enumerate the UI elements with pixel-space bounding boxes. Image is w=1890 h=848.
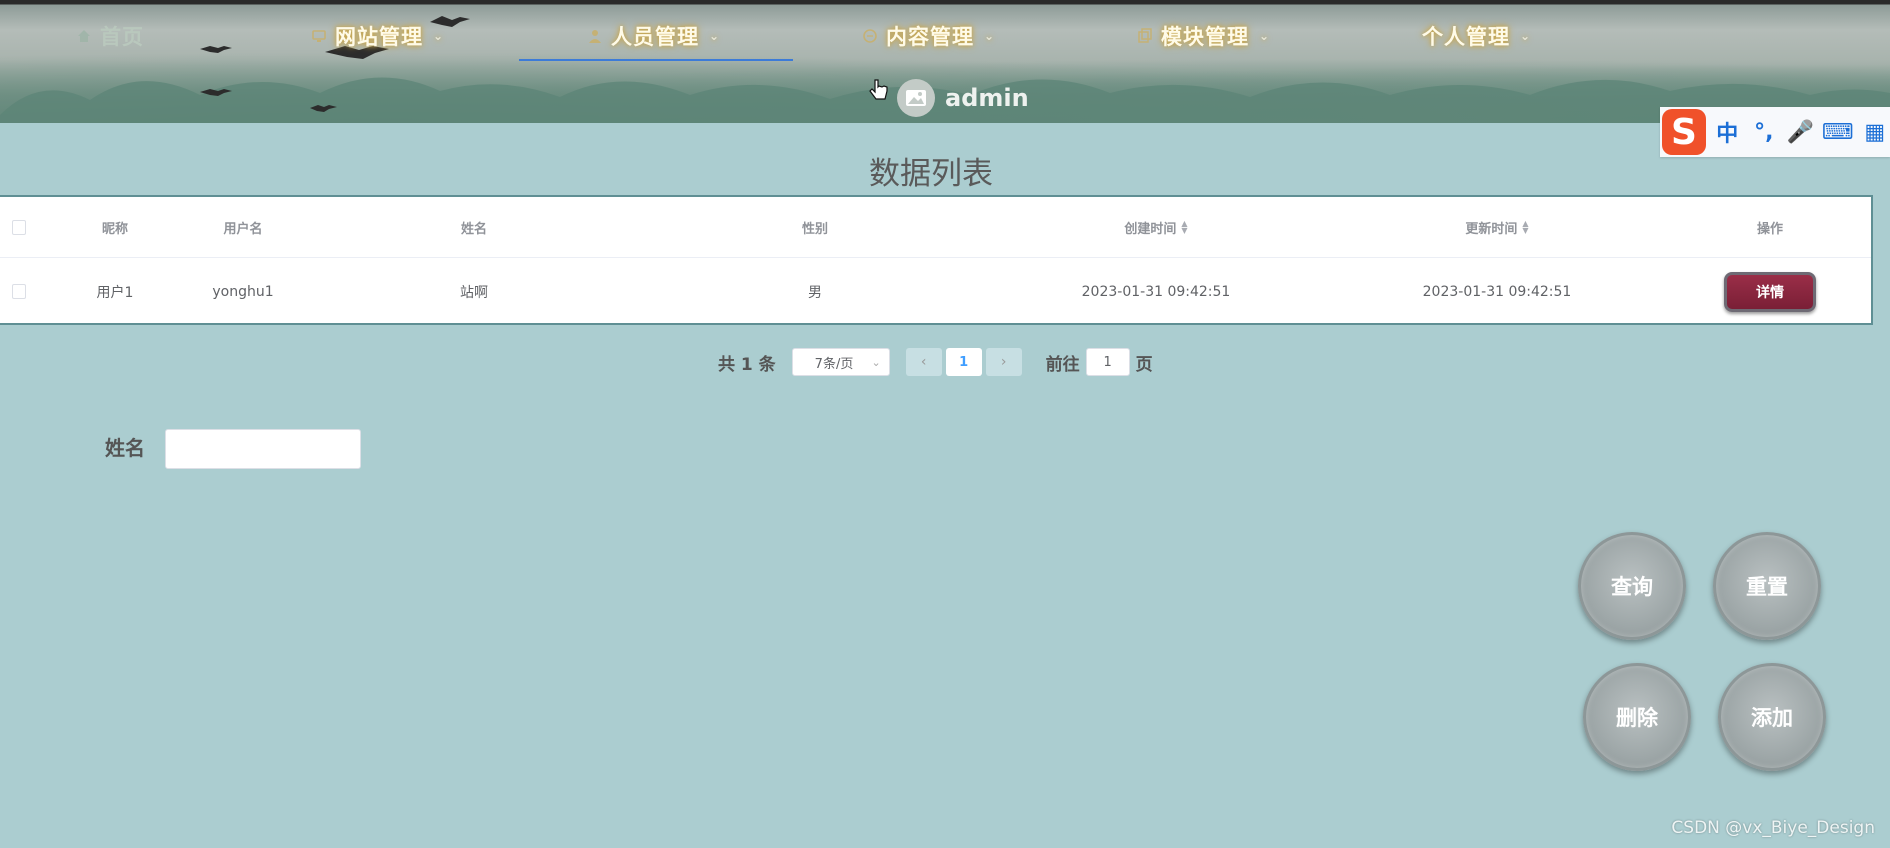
- copy-icon: [1138, 28, 1152, 43]
- add-button[interactable]: 添加: [1718, 663, 1826, 771]
- sort-icon[interactable]: ▲ ▼: [1181, 220, 1187, 235]
- page-title: 数据列表: [869, 156, 993, 192]
- pagination-total: 共 1 条: [718, 354, 776, 375]
- nav-personal-management-label: 个人管理: [1422, 25, 1510, 49]
- top-banner: 首页 网站管理 ⌄ 人员管理 ⌄ 内容管理 ⌄ 模块管理 ⌄ 个人管理 ⌄ ad…: [0, 0, 1890, 123]
- prev-page-button[interactable]: ‹: [905, 348, 942, 376]
- chevron-down-icon: ⌄: [1520, 29, 1532, 43]
- chevron-down-icon: ⌄: [871, 355, 881, 369]
- goto-suffix: 页: [1135, 354, 1153, 375]
- header-created-time-label: 创建时间: [1124, 221, 1177, 237]
- header-nickname: 昵称: [101, 221, 128, 237]
- username: admin: [945, 84, 1029, 112]
- page-size-select[interactable]: 7条/页 ⌄: [791, 348, 890, 376]
- nav-module-management-label: 模块管理: [1161, 25, 1249, 49]
- row-checkbox[interactable]: [12, 258, 26, 325]
- home-icon: [78, 30, 90, 42]
- next-page-button[interactable]: ›: [985, 348, 1022, 376]
- nav-content-management[interactable]: 内容管理 ⌄: [862, 18, 995, 54]
- hand-cursor-icon: [869, 79, 888, 100]
- microphone-icon[interactable]: 🎤: [1785, 120, 1816, 145]
- image-icon: [906, 90, 926, 106]
- chevron-down-icon: ⌄: [984, 29, 996, 43]
- keyboard-icon[interactable]: ⌨: [1822, 120, 1854, 145]
- nav-home[interactable]: 首页: [76, 18, 144, 54]
- reset-button[interactable]: 重置: [1713, 532, 1821, 640]
- goto-page-input[interactable]: 1: [1085, 348, 1130, 376]
- data-table: 昵称 用户名 姓名 性别 创建时间 ▲ ▼ 更新时间 ▲ ▼ 操作 用户1 yong…: [0, 195, 1873, 325]
- header-name: 姓名: [460, 221, 487, 237]
- goto-label: 前往: [1045, 354, 1080, 375]
- nav-content-management-label: 内容管理: [886, 25, 974, 49]
- table-row: 用户1 yonghu1 站啊 男 2023-01-31 09:42:51 202…: [0, 258, 1871, 325]
- chevron-down-icon: ⌄: [1259, 29, 1271, 43]
- nav-personnel-management-label: 人员管理: [611, 25, 699, 49]
- user-menu[interactable]: admin: [897, 79, 1029, 117]
- nav-home-label: 首页: [100, 25, 144, 49]
- ime-punctuation[interactable]: °,: [1749, 120, 1780, 145]
- nav-module-management[interactable]: 模块管理 ⌄: [1137, 18, 1270, 54]
- header-username: 用户名: [223, 221, 263, 237]
- query-button[interactable]: 查询: [1578, 532, 1686, 640]
- name-search-input[interactable]: [165, 429, 361, 469]
- page-size-value: 7条/页: [814, 356, 854, 372]
- cell-updated-time: 2023-01-31 09:42:51: [1422, 283, 1572, 300]
- cell-created-time: 2023-01-31 09:42:51: [1081, 283, 1231, 300]
- cell-gender: 男: [808, 284, 822, 301]
- header-gender: 性别: [801, 221, 828, 237]
- chevron-down-icon: ⌄: [709, 29, 721, 43]
- nav-personnel-management[interactable]: 人员管理 ⌄: [587, 18, 720, 54]
- detail-button[interactable]: 详情: [1724, 271, 1816, 312]
- pagination: 共 1 条 7条/页 ⌄ ‹ 1 › 前往 1 页: [718, 347, 1153, 377]
- cell-username: yonghu1: [212, 283, 274, 300]
- chat-icon: [863, 29, 877, 43]
- cell-nickname: 用户1: [96, 284, 134, 301]
- grid-icon[interactable]: ▦: [1859, 120, 1890, 145]
- user-icon: [589, 30, 601, 43]
- cell-name: 站啊: [460, 284, 488, 301]
- page-number-button[interactable]: 1: [945, 348, 982, 376]
- header-updated-time-label: 更新时间: [1465, 221, 1518, 237]
- table-header-row: 昵称 用户名 姓名 性别 创建时间 ▲ ▼ 更新时间 ▲ ▼ 操作: [0, 197, 1871, 258]
- nav-website-management[interactable]: 网站管理 ⌄: [311, 18, 444, 54]
- select-all-checkbox[interactable]: [12, 197, 26, 257]
- ime-chinese-mode[interactable]: 中: [1712, 116, 1743, 148]
- header-actions: 操作: [1756, 221, 1783, 237]
- header-created-time[interactable]: 创建时间 ▲ ▼: [1056, 197, 1256, 257]
- sort-icon[interactable]: ▲ ▼: [1522, 220, 1528, 235]
- header-updated-time[interactable]: 更新时间 ▲ ▼: [1397, 197, 1597, 257]
- monitor-icon: [312, 30, 326, 42]
- delete-button[interactable]: 删除: [1583, 663, 1691, 771]
- name-search-label: 姓名: [105, 436, 145, 460]
- main-nav: 首页 网站管理 ⌄ 人员管理 ⌄ 内容管理 ⌄ 模块管理 ⌄ 个人管理 ⌄: [0, 18, 1890, 54]
- nav-personal-management[interactable]: 个人管理 ⌄: [1422, 18, 1531, 54]
- csdn-watermark: CSDN @vx_Biye_Design: [1671, 818, 1875, 838]
- chevron-down-icon: ⌄: [433, 29, 445, 43]
- nav-active-indicator: [519, 59, 793, 61]
- cell-actions: 详情: [1720, 258, 1820, 325]
- avatar[interactable]: [897, 79, 935, 117]
- nav-website-management-label: 网站管理: [335, 25, 423, 49]
